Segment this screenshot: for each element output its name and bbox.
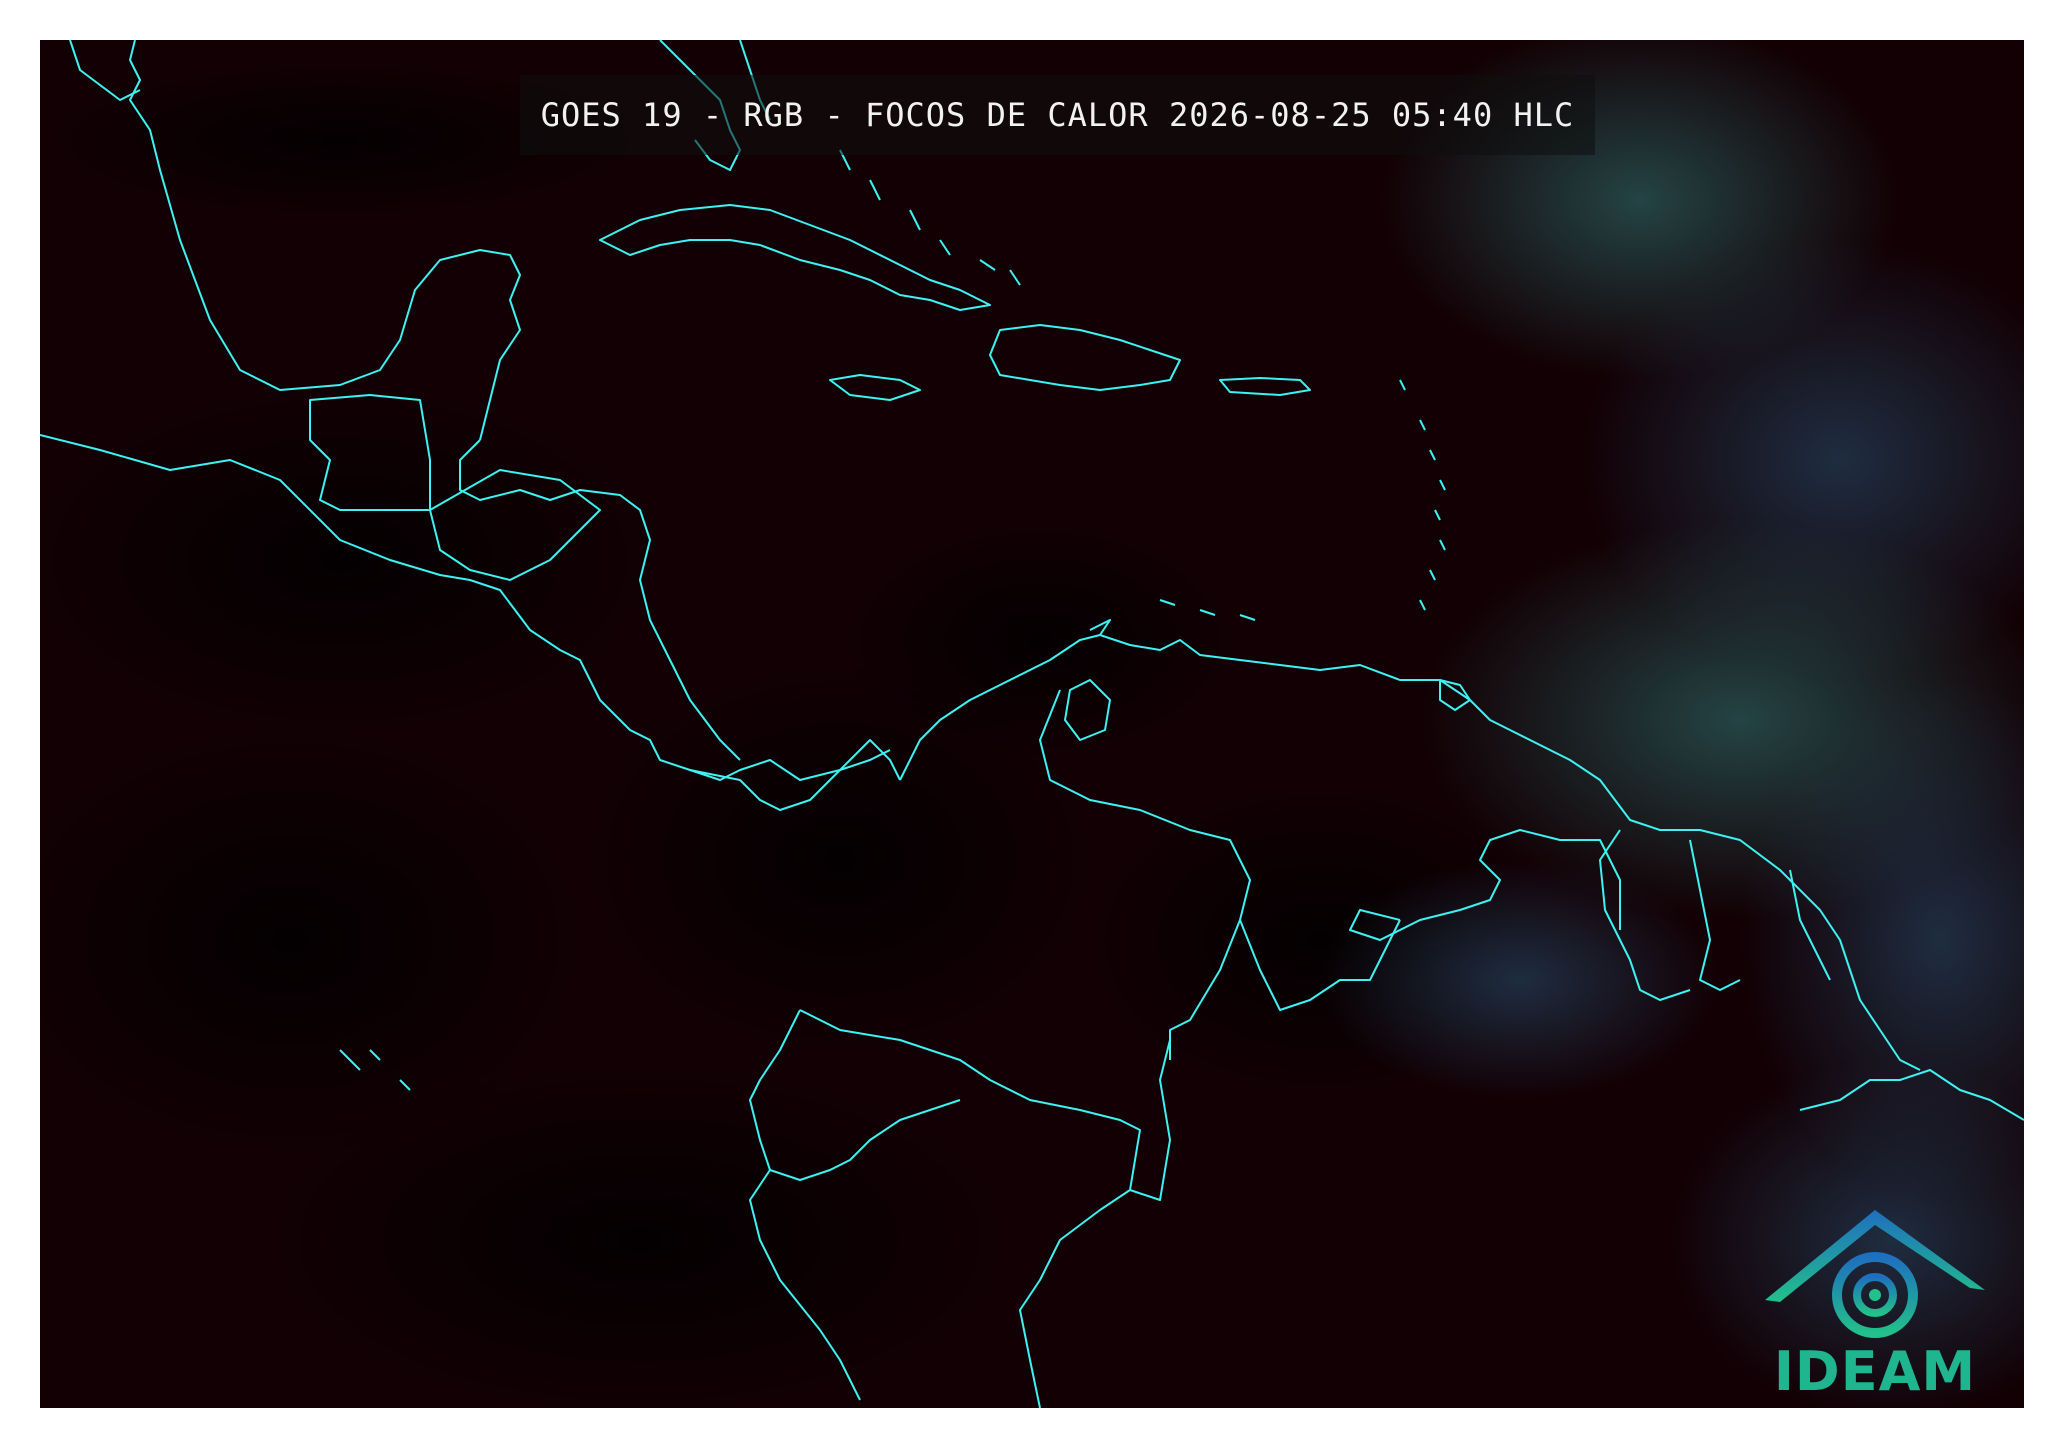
ideam-logo-icon <box>1765 1210 1985 1338</box>
ideam-logo: IDEAM <box>1755 1180 1995 1405</box>
satellite-map <box>40 40 2024 1408</box>
ideam-logo-text: IDEAM <box>1773 1340 1977 1403</box>
map-title: GOES 19 - RGB - FOCOS DE CALOR 2026-08-2… <box>540 96 1575 134</box>
map-frame: GOES 19 - RGB - FOCOS DE CALOR 2026-08-2… <box>40 40 2024 1408</box>
title-box: GOES 19 - RGB - FOCOS DE CALOR 2026-08-2… <box>520 75 1595 155</box>
